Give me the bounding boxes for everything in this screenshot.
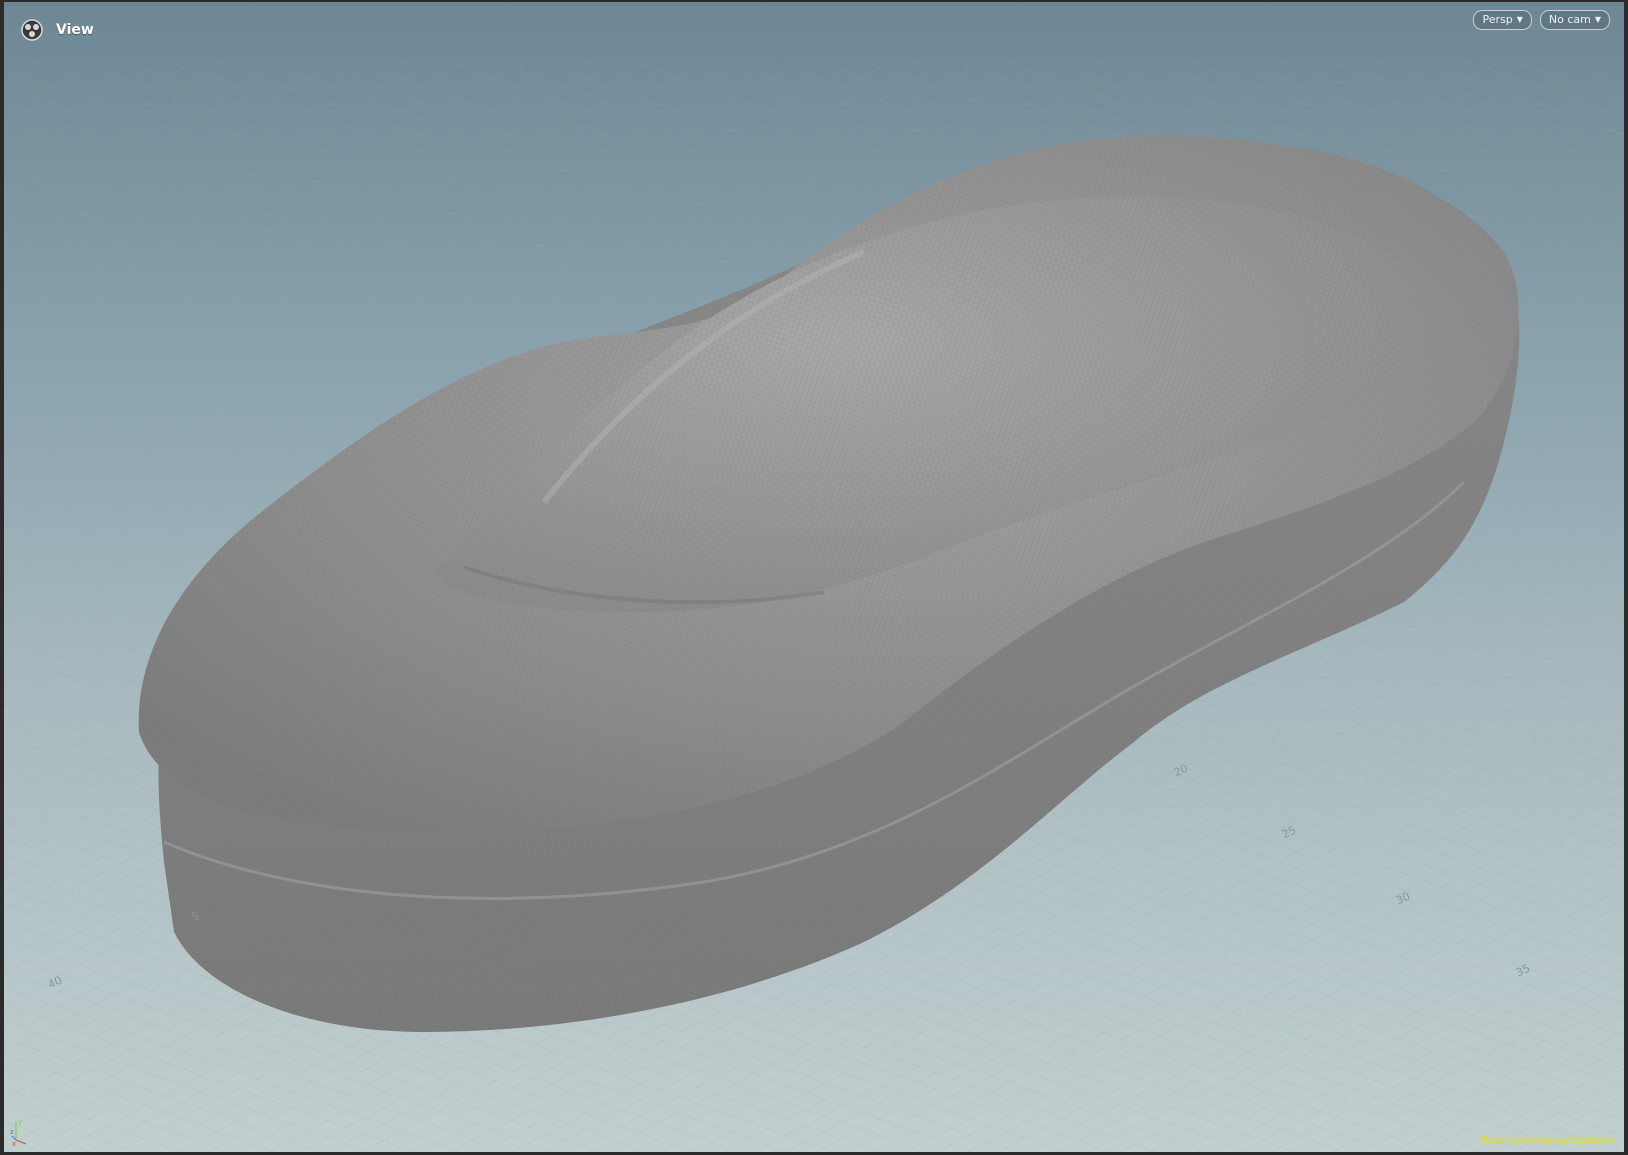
viewport-scene (4, 62, 1624, 1152)
chevron-down-icon: ▼ (1594, 15, 1601, 24)
viewer-icon[interactable] (18, 16, 46, 44)
viewport-menus: Persp ▼ No cam ▼ (1473, 10, 1610, 30)
axis-triad-icon: y z x (10, 1118, 27, 1146)
axis-x-label: x (12, 1140, 16, 1146)
axis-z-label: z (10, 1128, 14, 1136)
edition-label: Non-Commercial Edition (1480, 1133, 1614, 1146)
axis-y-label: y (18, 1118, 22, 1126)
camera-menu[interactable]: No cam ▼ (1539, 10, 1610, 30)
chevron-down-icon: ▼ (1516, 15, 1523, 24)
view-mode-menu[interactable]: Persp ▼ (1473, 10, 1532, 30)
scene-viewport[interactable]: 20 25 30 35 40 5 View Persp ▼ No cam ▼ y… (4, 2, 1624, 1152)
view-mode-label: Persp (1482, 13, 1513, 26)
camera-label: No cam (1548, 13, 1591, 26)
pane-title: View (56, 22, 94, 38)
pane-header: View (18, 16, 94, 44)
